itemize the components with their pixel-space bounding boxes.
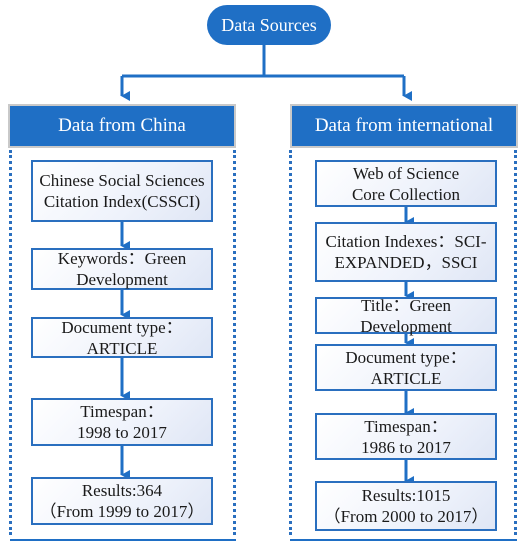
step-text-line1: Citation Indexes：SCI-: [325, 232, 487, 251]
step-text-line2: Core Collection: [351, 184, 461, 204]
step-text-line1: Web of Science: [352, 163, 460, 183]
left-panel-right-border: [233, 150, 236, 535]
right-panel-header: Data from international: [292, 106, 516, 146]
right-panel-right-border: [514, 150, 517, 535]
right-step-document-type: Document type： ARTICLE: [315, 344, 497, 391]
step-text-line1: Results:1015: [361, 486, 451, 505]
step-text-line1: Title：Green: [360, 295, 452, 315]
step-text-line2: （From 1999 to 2017）: [39, 502, 205, 521]
right-step-results: Results:1015 （From 2000 to 2017）: [315, 481, 497, 531]
left-panel-header: Data from China: [10, 106, 234, 146]
step-text-line2: 1986 to 2017: [361, 437, 451, 457]
left-step-results: Results:364 （From 1999 to 2017）: [31, 477, 213, 525]
step-text-line2: （From 2000 to 2017）: [323, 507, 489, 526]
right-panel-left-border: [289, 150, 292, 535]
right-step-source: Web of Science Core Collection: [315, 160, 497, 207]
left-panel-bottom-border: [10, 539, 236, 541]
right-step-citation-indexes: Citation Indexes：SCI- EXPANDED，SSCI: [315, 222, 497, 282]
left-step-document-type: Document type： ARTICLE: [31, 317, 213, 358]
step-text-line2: ARTICLE: [370, 368, 442, 388]
step-text-line2: Development: [360, 316, 452, 336]
left-panel-left-border: [9, 150, 12, 535]
step-text-line2: ARTICLE: [86, 338, 158, 358]
step-text-line1: Keywords：Green: [57, 249, 187, 268]
right-panel-bottom-border: [290, 539, 517, 541]
left-header-label: Data from China: [58, 115, 186, 136]
step-text-line1: Document type：: [345, 347, 467, 367]
step-text-line2: Development: [76, 270, 168, 289]
right-step-title: Title：Green Development: [315, 295, 497, 336]
right-step-timespan: Timespan： 1986 to 2017: [315, 413, 497, 460]
left-step-keywords: Keywords：Green Development: [31, 248, 213, 290]
left-step-source: Chinese Social Sciences Citation Index(C…: [31, 160, 213, 222]
right-header-label: Data from international: [314, 115, 494, 136]
step-text-line1: Results:364: [81, 481, 163, 500]
step-text-line2: EXPANDED，SSCI: [334, 253, 478, 272]
step-text-line1: Timespan：: [80, 402, 164, 421]
step-text-line1: Timespan：: [364, 416, 448, 436]
data-sources-node: Data Sources: [207, 5, 331, 45]
data-sources-label: Data Sources: [221, 14, 317, 35]
left-step-timespan: Timespan： 1998 to 2017: [31, 398, 213, 446]
step-text-line1: Chinese Social Sciences: [39, 171, 205, 190]
step-text-line2: Citation Index(CSSCI): [43, 192, 201, 211]
step-text-line2: 1998 to 2017: [77, 423, 167, 442]
step-text-line1: Document type：: [61, 317, 183, 337]
